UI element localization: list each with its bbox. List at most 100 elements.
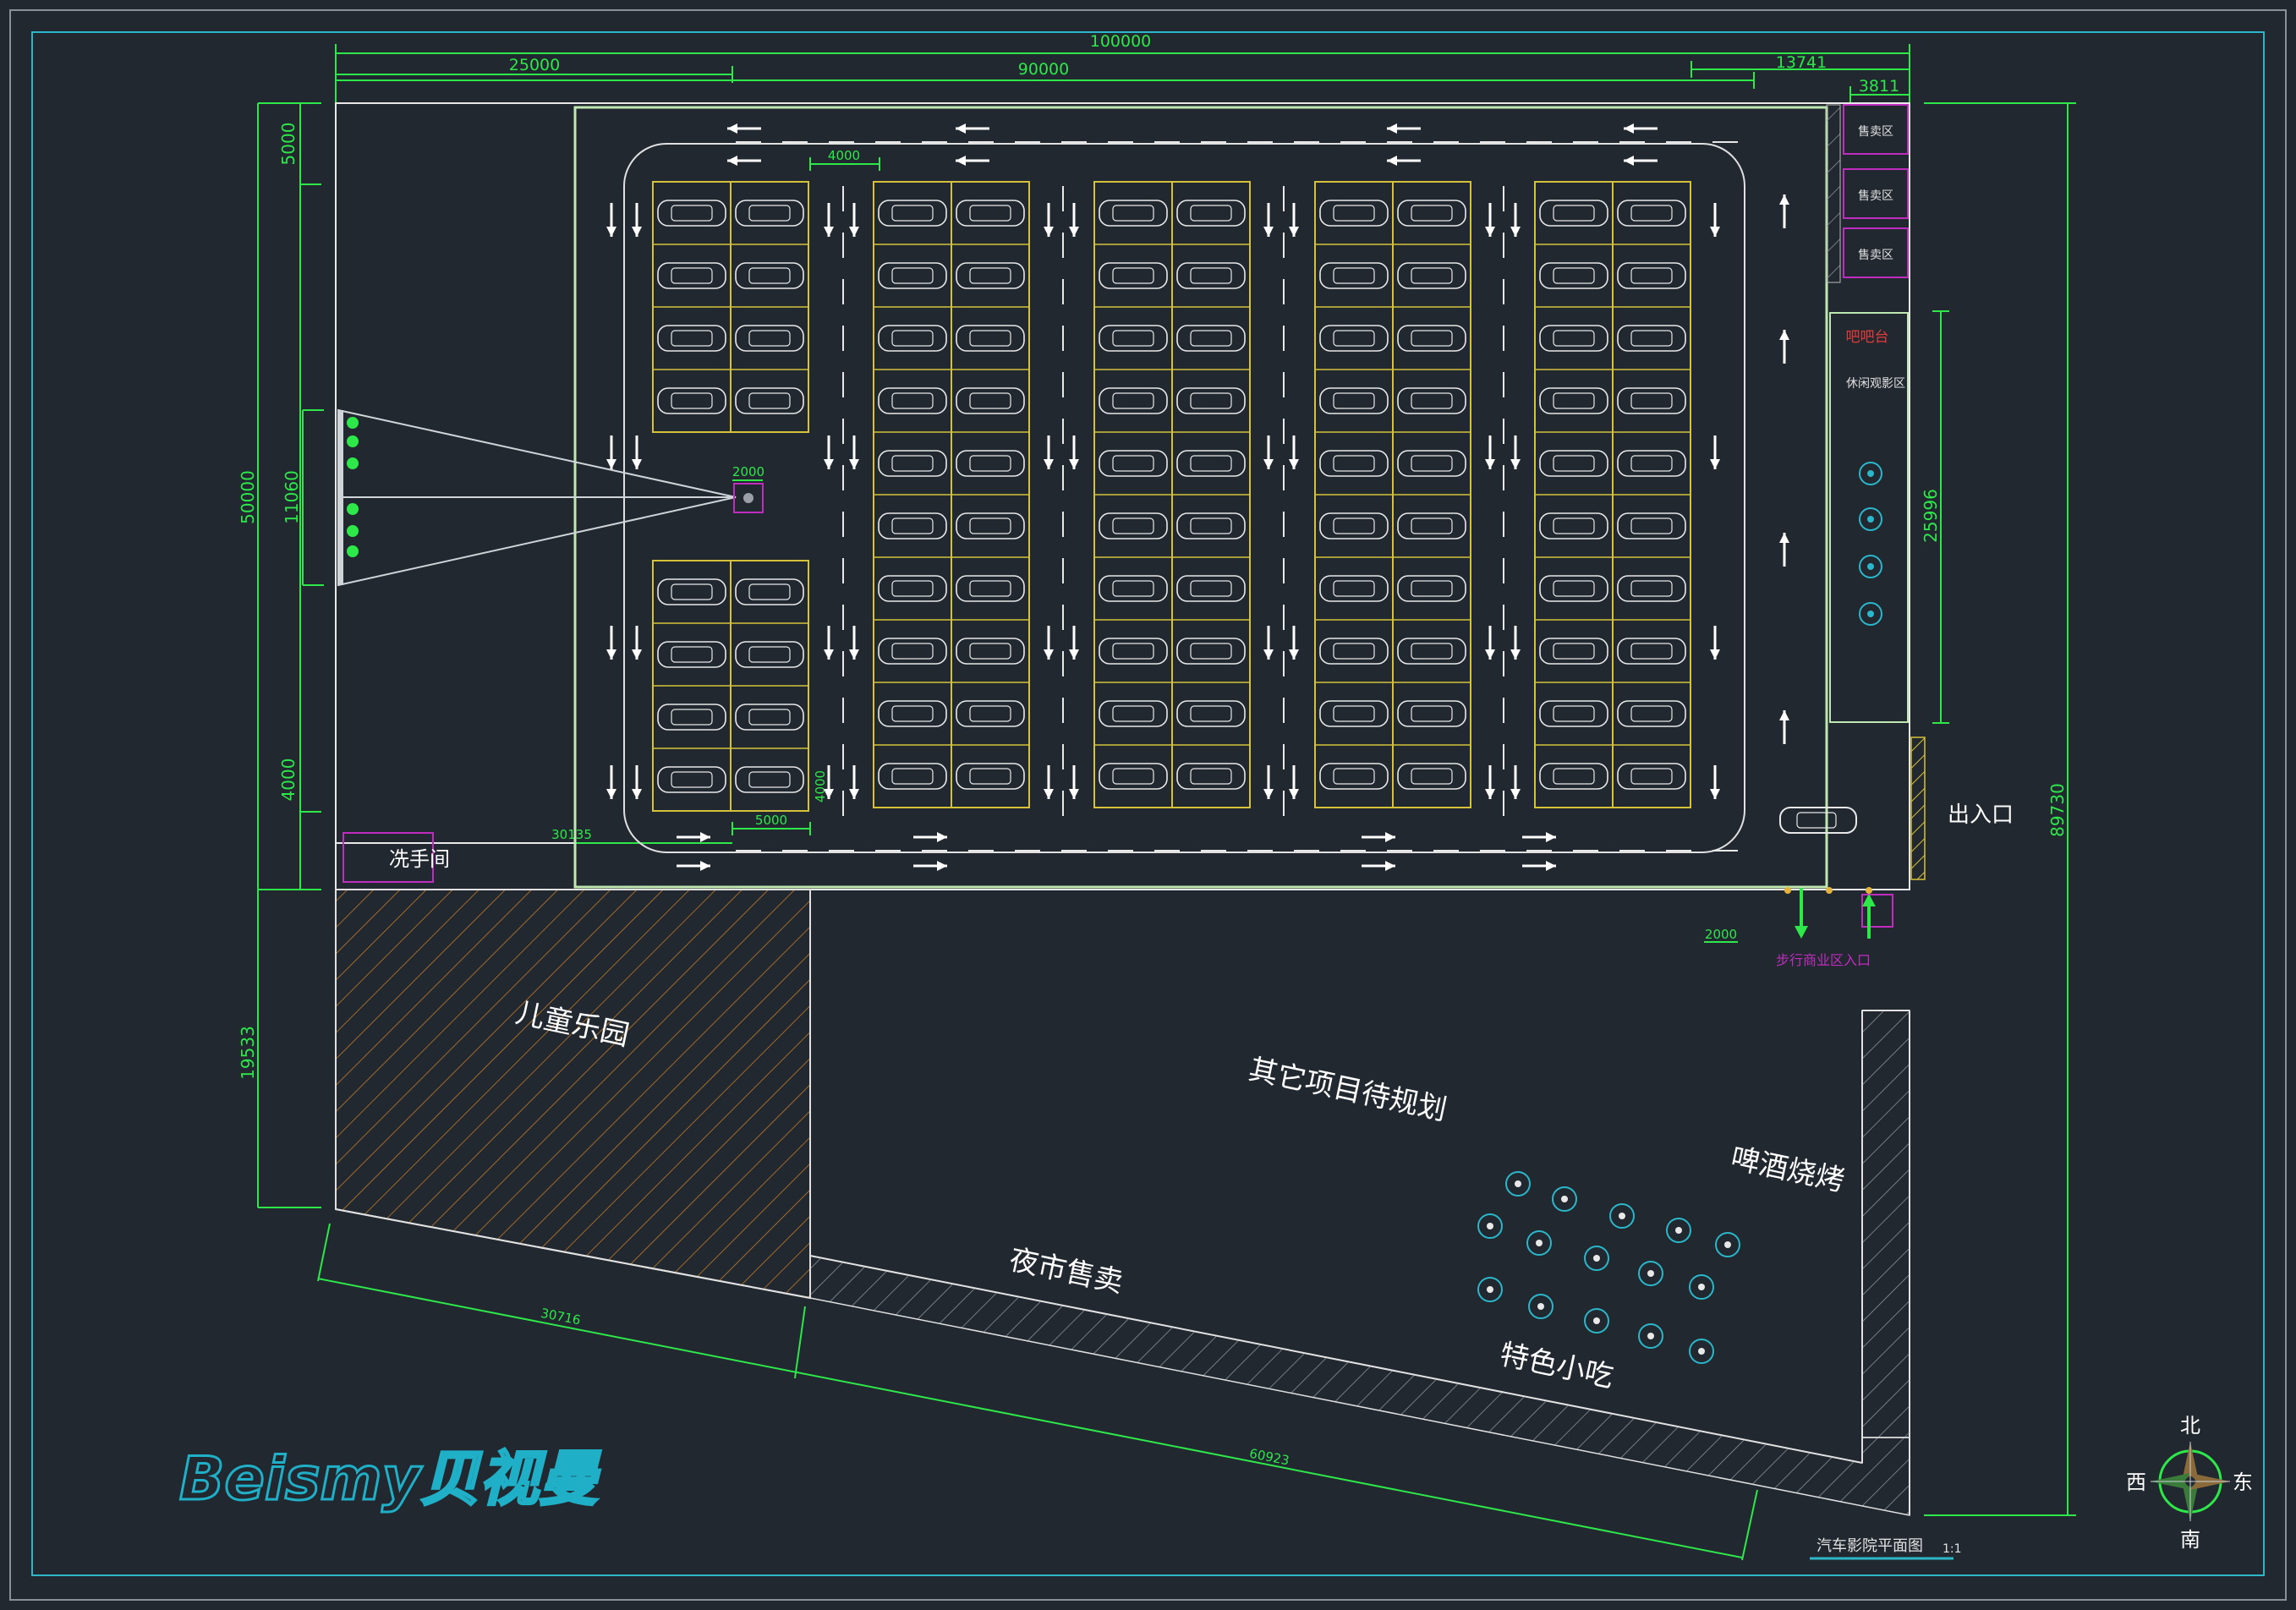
car-roof	[969, 392, 1011, 409]
car-roof	[1630, 392, 1673, 409]
lane-arrowhead	[1710, 459, 1720, 469]
bbq-table-center	[1675, 1227, 1682, 1234]
lane-arrowhead	[1069, 227, 1079, 237]
projector-icon	[743, 493, 753, 503]
speaker-icon	[347, 525, 359, 537]
car-icon	[1397, 325, 1466, 352]
cad-drawing: 100000 25000 90000 13741 3811 4000 2000 …	[0, 0, 2296, 1610]
bbq-table-center	[1593, 1317, 1600, 1324]
entrance-label: 出入口	[1948, 802, 2014, 828]
compass-east: 东	[2233, 1470, 2253, 1494]
car-roof	[748, 583, 791, 600]
dim-left-height: 50000	[238, 470, 258, 524]
car-roof	[1333, 392, 1375, 409]
car-icon	[1539, 262, 1608, 289]
car-icon	[956, 763, 1025, 790]
lane-arrowhead	[1624, 156, 1634, 166]
car-roof	[748, 392, 791, 409]
car-roof	[1411, 643, 1453, 660]
lane-arrowhead	[727, 123, 737, 134]
car-icon	[657, 262, 726, 289]
car-icon	[878, 262, 947, 289]
car-icon	[1319, 387, 1389, 414]
lane-arrowhead	[700, 861, 710, 871]
car-icon	[956, 387, 1025, 414]
bbq-table-center	[1593, 1255, 1600, 1262]
car-icon	[1176, 325, 1246, 352]
car-roof	[1553, 330, 1595, 347]
car-roof	[969, 768, 1011, 785]
car-icon	[1539, 700, 1608, 727]
lane-arrowhead	[956, 156, 966, 166]
car-icon	[878, 700, 947, 727]
lane-arrowhead	[1510, 227, 1521, 237]
dim-screen-height: 11060	[282, 470, 302, 524]
lane-arrowhead	[1485, 649, 1495, 660]
car-icon	[878, 575, 947, 602]
car-icon	[1617, 638, 1686, 665]
car-roof	[1553, 392, 1595, 409]
car-roof	[671, 771, 713, 788]
car-icon	[1539, 575, 1608, 602]
car-roof	[1553, 705, 1595, 722]
lane-arrowhead	[849, 227, 859, 237]
car-roof	[1333, 705, 1375, 722]
lane-arrowhead	[1710, 789, 1720, 799]
car-icon	[1176, 700, 1246, 727]
compass-west: 西	[2126, 1470, 2146, 1494]
car-icon	[956, 200, 1025, 227]
car-roof	[671, 392, 713, 409]
lane-arrowhead	[1387, 156, 1397, 166]
car-roof	[671, 646, 713, 663]
car-icon	[735, 641, 804, 668]
car-roof	[969, 705, 1011, 722]
lane-arrowhead	[1069, 459, 1079, 469]
dim-right-a: 13741	[1776, 53, 1827, 72]
bbq-table-center	[1487, 1286, 1493, 1293]
dimension-texts: 100000 25000 90000 13741 3811 4000 2000 …	[238, 32, 2068, 1468]
lane-arrowhead	[1289, 649, 1299, 660]
car-roof	[969, 455, 1011, 472]
dim-total-height: 89730	[2047, 783, 2068, 837]
parking-stalls	[652, 181, 1691, 812]
car-roof	[1112, 455, 1154, 472]
car-icon	[878, 325, 947, 352]
car-icon	[1539, 325, 1608, 352]
car-icon	[1397, 638, 1466, 665]
lane-arrowhead	[1289, 227, 1299, 237]
pedestrian-entrance-label: 步行商业区入口	[1776, 952, 1871, 968]
car-roof	[1553, 643, 1595, 660]
sales-label-2: 售卖区	[1858, 189, 1893, 203]
bar-label: 吧吧台	[1846, 329, 1889, 346]
car-roof	[969, 330, 1011, 347]
lane-arrowhead	[606, 649, 616, 660]
lane-arrowhead	[824, 649, 834, 660]
car-roof	[969, 267, 1011, 284]
table-center	[1867, 516, 1874, 523]
lane-arrowhead	[849, 649, 859, 660]
car-icon	[1176, 200, 1246, 227]
lane-arrowhead	[606, 459, 616, 469]
snacks-label: 特色小吃	[1497, 1338, 1616, 1394]
lane-arrowhead	[1485, 789, 1495, 799]
car-icon	[956, 450, 1025, 477]
speaker-icon	[347, 417, 359, 429]
car-roof	[1411, 267, 1453, 284]
car-icon	[1099, 450, 1168, 477]
sales-label-1: 售卖区	[1858, 125, 1893, 139]
lane-arrowhead	[1510, 649, 1521, 660]
car-roof	[1411, 455, 1453, 472]
dim-left-top: 5000	[278, 123, 299, 166]
bbq-table-center	[1619, 1213, 1625, 1219]
bbq-table-center	[1537, 1303, 1544, 1310]
bbq-table-center	[1487, 1223, 1493, 1229]
table-center	[1867, 563, 1874, 570]
car-icon	[1319, 512, 1389, 539]
car-icon	[1099, 638, 1168, 665]
car-icon	[657, 641, 726, 668]
car-roof	[1411, 518, 1453, 534]
car-icon	[1319, 450, 1389, 477]
lane-arrowhead	[1624, 123, 1634, 134]
car-icon	[1539, 638, 1608, 665]
east-wall-hatch	[1861, 1010, 1910, 1438]
